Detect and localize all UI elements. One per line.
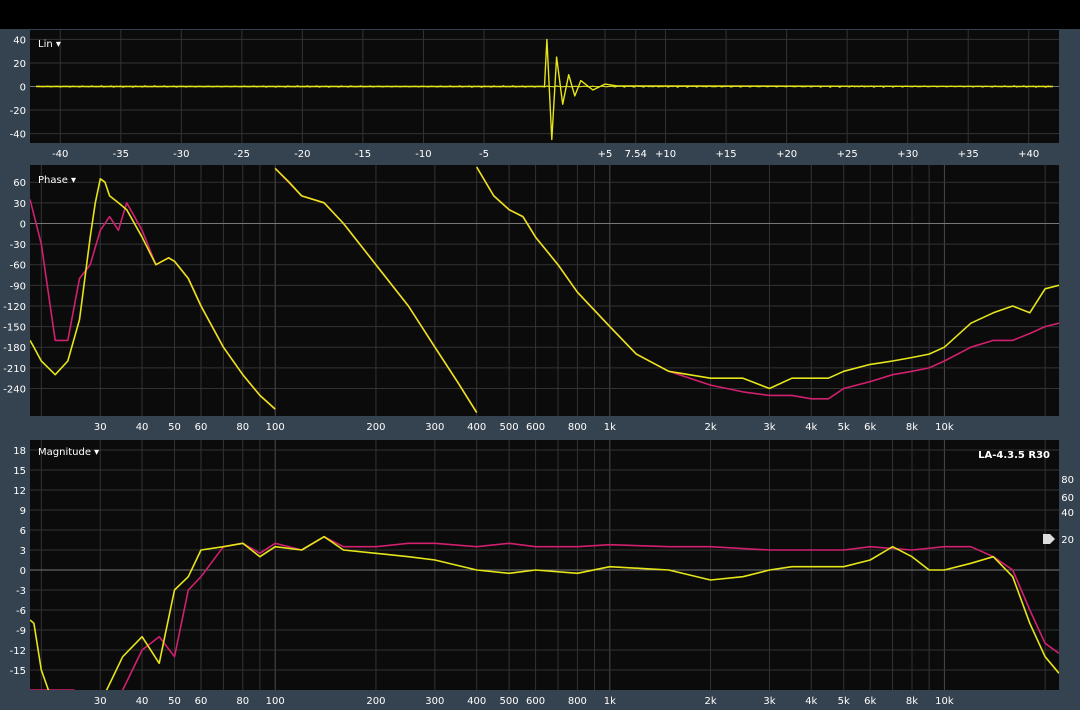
magnitude-mode-dropdown[interactable]: Magnitude ▾ <box>38 447 99 458</box>
magnitude-xtick-label: 3k <box>763 696 775 707</box>
impulse-xtick-label: +30 <box>897 149 918 160</box>
phase-ytick-label: -210 <box>3 364 26 375</box>
magnitude-ytick-label: -12 <box>10 646 26 657</box>
magnitude-xtick-label: 200 <box>366 696 385 707</box>
magnitude-ytick-label: 18 <box>13 446 26 457</box>
impulse-xtick-label: +10 <box>655 149 676 160</box>
top-toolbar-bg <box>0 0 1080 29</box>
magnitude-plot-area <box>30 440 1059 690</box>
magnitude-xtick-label: 2k <box>704 696 716 707</box>
magnitude-xtick-label: 1k <box>604 696 616 707</box>
impulse-xtick-label: +40 <box>1018 149 1039 160</box>
phase-xtick-label: 4k <box>805 422 817 433</box>
phase-ytick-label: -90 <box>10 281 26 292</box>
magnitude-xtick-label: 4k <box>805 696 817 707</box>
magnitude-ytick-label: 12 <box>13 486 26 497</box>
impulse-xtick-label: -10 <box>415 149 431 160</box>
magnitude-ytick-label: -6 <box>16 606 26 617</box>
impulse-xtick-label: +35 <box>958 149 979 160</box>
impulse-xtick-label: 7.54 <box>625 149 647 160</box>
phase-ytick-label: -240 <box>3 384 26 395</box>
impulse-xtick-label: +5 <box>598 149 613 160</box>
phase-xtick-label: 2k <box>704 422 716 433</box>
phase-xtick-label: 800 <box>568 422 587 433</box>
phase-xtick-label: 500 <box>500 422 519 433</box>
magnitude-xtick-label: 5k <box>838 696 850 707</box>
impulse-xtick-label: -35 <box>113 149 129 160</box>
impulse-xtick-label: +25 <box>837 149 858 160</box>
magnitude-ytick-label: 9 <box>20 506 26 517</box>
phase-ytick-label: -30 <box>10 240 26 251</box>
impulse-xtick-label: -40 <box>52 149 68 160</box>
impulse-ytick-label: -20 <box>10 106 26 117</box>
magnitude-xtick-label: 30 <box>94 696 107 707</box>
phase-xtick-label: 8k <box>906 422 918 433</box>
phase-mode-dropdown[interactable]: Phase ▾ <box>38 175 76 186</box>
phase-ytick-label: -60 <box>10 261 26 272</box>
magnitude-xtick-label: 80 <box>236 696 249 707</box>
analyzer-svg: -40 -35 -30 -25 -20 -15 -10 -5 7.54+5 +10 +15 +20 +2… <box>0 0 1080 710</box>
magnitude-xtick-label: 300 <box>425 696 444 707</box>
magnitude-y2tick-label: 80 <box>1061 475 1074 486</box>
impulse-xtick-label: -30 <box>173 149 189 160</box>
phase-xtick-label: 30 <box>94 422 107 433</box>
magnitude-xtick-label: 800 <box>568 696 587 707</box>
magnitude-ytick-label: 6 <box>20 526 26 537</box>
magnitude-ytick-label: -9 <box>16 626 26 637</box>
magnitude-xtick-label: 60 <box>195 696 208 707</box>
phase-xtick-label: 50 <box>168 422 181 433</box>
phase-xtick-label: 100 <box>266 422 285 433</box>
phase-ytick-label: 60 <box>13 178 26 189</box>
impulse-ytick-label: 0 <box>20 83 26 94</box>
magnitude-ytick-label: 0 <box>20 566 26 577</box>
impulse-xtick-label: +15 <box>716 149 737 160</box>
impulse-xtick-label: -5 <box>479 149 489 160</box>
magnitude-xtick-label: 6k <box>864 696 876 707</box>
phase-ytick-label: -120 <box>3 302 26 313</box>
phase-xtick-label: 80 <box>236 422 249 433</box>
magnitude-ytick-label: 15 <box>13 466 26 477</box>
phase-xtick-label: 60 <box>195 422 208 433</box>
phase-xtick-label: 5k <box>838 422 850 433</box>
phase-xtick-label: 400 <box>467 422 486 433</box>
magnitude-y2tick-label: 60 <box>1061 493 1074 504</box>
phase-ytick-label: -180 <box>3 343 26 354</box>
magnitude-xtick-label: 400 <box>467 696 486 707</box>
impulse-xtick-label: +20 <box>776 149 797 160</box>
phase-xtick-label: 600 <box>526 422 545 433</box>
phase-xtick-label: 6k <box>864 422 876 433</box>
magnitude-xtick-label: 40 <box>136 696 149 707</box>
magnitude-y2tick-label: 40 <box>1061 508 1074 519</box>
magnitude-xtick-label: 8k <box>906 696 918 707</box>
phase-xtick-label: 40 <box>136 422 149 433</box>
phase-xtick-label: 300 <box>425 422 444 433</box>
phase-ytick-label: 0 <box>20 219 26 230</box>
magnitude-xtick-label: 10k <box>935 696 954 707</box>
magnitude-ytick-label: -3 <box>16 586 26 597</box>
phase-xtick-label: 200 <box>366 422 385 433</box>
impulse-xtick-label: -25 <box>234 149 250 160</box>
magnitude-xtick-label: 600 <box>526 696 545 707</box>
impulse-ytick-label: 20 <box>13 59 26 70</box>
phase-ytick-label: -150 <box>3 323 26 334</box>
impulse-scale-dropdown[interactable]: Lin ▾ <box>38 39 61 50</box>
magnitude-xtick-label: 100 <box>266 696 285 707</box>
magnitude-y2tick-label: 20 <box>1061 535 1074 546</box>
magnitude-xtick-label: 50 <box>168 696 181 707</box>
impulse-ytick-label: -40 <box>10 130 26 141</box>
impulse-xtick-label: -15 <box>355 149 371 160</box>
impulse-ytick-label: 40 <box>13 35 26 46</box>
phase-ytick-label: 30 <box>13 199 26 210</box>
phase-xtick-label: 10k <box>935 422 954 433</box>
magnitude-xtick-label: 500 <box>500 696 519 707</box>
impulse-xtick-label: -20 <box>294 149 310 160</box>
phase-xtick-label: 1k <box>604 422 616 433</box>
magnitude-ytick-label: 3 <box>20 546 26 557</box>
analyzer-window: -40 -35 -30 -25 -20 -15 -10 -5 7.54 +5 +10 +15 +20 +2… <box>0 0 1080 710</box>
phase-xtick-label: 3k <box>763 422 775 433</box>
magnitude-ytick-label: -15 <box>10 666 26 677</box>
measurement-badge: LA-4.3.5 R30 <box>978 450 1050 461</box>
